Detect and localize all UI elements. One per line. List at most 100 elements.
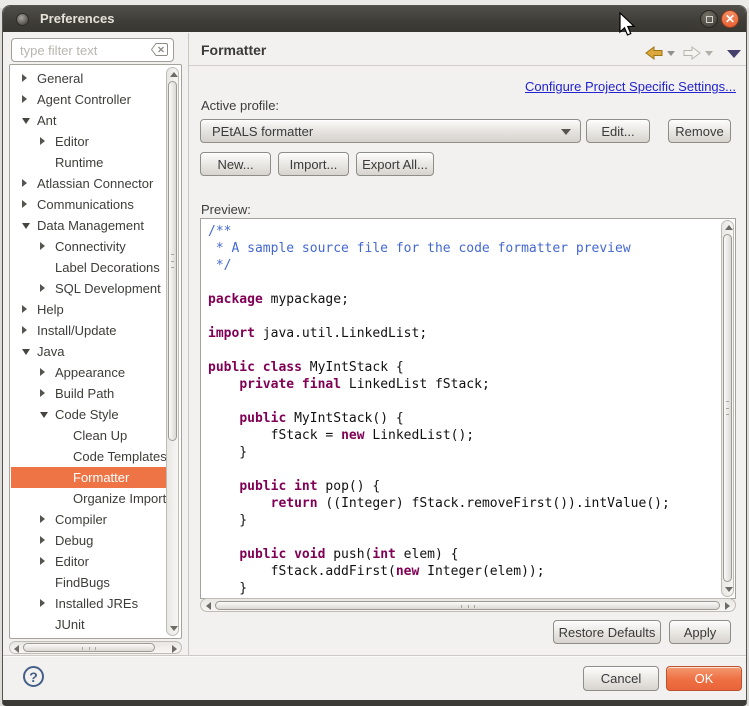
expand-arrow-icon[interactable] <box>40 137 45 145</box>
tree-vertical-scrollbar[interactable] <box>166 67 179 636</box>
tree-item-compiler[interactable]: Compiler <box>11 509 168 530</box>
collapse-arrow-icon[interactable] <box>22 223 30 229</box>
tree-item-communications[interactable]: Communications <box>11 194 168 215</box>
tree-item-code-templates[interactable]: Code Templates <box>11 446 168 467</box>
collapse-arrow-icon[interactable] <box>40 412 48 418</box>
expand-arrow-icon[interactable] <box>40 536 45 544</box>
tree-item-sql-development[interactable]: SQL Development <box>11 278 168 299</box>
expand-arrow-icon[interactable] <box>40 284 45 292</box>
expand-arrow-icon[interactable] <box>40 599 45 607</box>
scroll-up-icon[interactable] <box>725 225 733 230</box>
tree-item-appearance[interactable]: Appearance <box>11 362 168 383</box>
new-button[interactable]: New... <box>200 152 271 176</box>
tree-item-help[interactable]: Help <box>11 299 168 320</box>
scroll-left-icon[interactable] <box>14 645 19 653</box>
help-button[interactable]: ? <box>23 666 44 687</box>
tree-item-clean-up[interactable]: Clean Up <box>11 425 168 446</box>
tree-item-label: Install/Update <box>37 323 117 338</box>
page-title: Formatter <box>201 42 266 58</box>
collapse-arrow-icon[interactable] <box>22 349 30 355</box>
tree-item-ant[interactable]: Ant <box>11 110 168 131</box>
expand-arrow-icon[interactable] <box>22 179 27 187</box>
tree-item-editor[interactable]: Editor <box>11 551 168 572</box>
import-button[interactable]: Import... <box>278 152 349 176</box>
export-all-button[interactable]: Export All... <box>356 152 434 176</box>
tree-item-build-path[interactable]: Build Path <box>11 383 168 404</box>
scroll-right-icon[interactable] <box>725 602 730 610</box>
edit-button[interactable]: Edit... <box>586 119 650 143</box>
expand-arrow-icon[interactable] <box>40 368 45 376</box>
tree-item-organize-imports[interactable]: Organize Imports <box>11 488 168 509</box>
tree-horizontal-scrollbar[interactable] <box>9 641 182 654</box>
expand-arrow-icon[interactable] <box>40 515 45 523</box>
tree-item-installed-jres[interactable]: Installed JREs <box>11 593 168 614</box>
forward-icon[interactable] <box>683 46 701 60</box>
maximize-button[interactable] <box>700 10 718 28</box>
clear-filter-icon[interactable] <box>151 43 168 56</box>
preview-area[interactable]: /** * A sample source file for the code … <box>200 218 736 599</box>
code-line: package mypackage; <box>208 291 719 308</box>
expand-arrow-icon[interactable] <box>22 305 27 313</box>
code-line: return ((Integer) fStack.removeFirst()).… <box>208 495 719 512</box>
scroll-left-icon[interactable] <box>206 602 211 610</box>
tree-item-atlassian-connector[interactable]: Atlassian Connector <box>11 173 168 194</box>
expand-arrow-icon[interactable] <box>40 557 45 565</box>
tree-item-label-decorations[interactable]: Label Decorations <box>11 257 168 278</box>
tree-h-scrollbar-thumb[interactable] <box>23 643 155 652</box>
tree-item-debug[interactable]: Debug <box>11 530 168 551</box>
tree-item-label: Data Management <box>37 218 144 233</box>
tree-scrollbar-thumb[interactable] <box>168 81 177 441</box>
apply-button[interactable]: Apply <box>669 620 731 644</box>
active-profile-select[interactable]: PEtALS formatter <box>200 119 581 143</box>
footer-divider <box>3 655 747 656</box>
remove-button[interactable]: Remove <box>668 119 731 143</box>
tree-item-formatter[interactable]: Formatter <box>11 467 168 488</box>
expand-arrow-icon[interactable] <box>40 389 45 397</box>
tree-item-connectivity[interactable]: Connectivity <box>11 236 168 257</box>
scroll-down-icon[interactable] <box>170 626 178 631</box>
tree-item-install-update[interactable]: Install/Update <box>11 320 168 341</box>
tree-item-general[interactable]: General <box>11 68 168 89</box>
back-history-dropdown-icon[interactable] <box>667 51 675 56</box>
expand-arrow-icon[interactable] <box>40 242 45 250</box>
cancel-button[interactable]: Cancel <box>583 666 659 691</box>
expand-arrow-icon[interactable] <box>22 326 27 334</box>
expand-arrow-icon[interactable] <box>22 200 27 208</box>
ok-button[interactable]: OK <box>666 666 742 691</box>
tree-item-label: Editor <box>55 134 89 149</box>
window-icon <box>16 13 29 26</box>
preview-scrollbar-thumb[interactable] <box>723 234 732 582</box>
scroll-right-icon[interactable] <box>172 645 177 653</box>
code-line: * A sample source file for the code form… <box>208 240 719 257</box>
tree-item-runtime[interactable]: Runtime <box>11 152 168 173</box>
tree-item-junit[interactable]: JUnit <box>11 614 168 635</box>
view-menu-icon[interactable] <box>727 50 741 58</box>
expand-arrow-icon[interactable] <box>22 95 27 103</box>
close-button[interactable]: ✕ <box>721 10 739 28</box>
code-line: public class MyIntStack { <box>208 359 719 376</box>
preview-horizontal-scrollbar[interactable] <box>200 598 736 612</box>
tree-item-label: Atlassian Connector <box>37 176 153 191</box>
tree-item-agent-controller[interactable]: Agent Controller <box>11 89 168 110</box>
forward-history-dropdown-icon[interactable] <box>705 51 713 56</box>
scroll-down-icon[interactable] <box>725 587 733 592</box>
preview-vertical-scrollbar[interactable] <box>721 220 734 597</box>
tree-item-data-management[interactable]: Data Management <box>11 215 168 236</box>
filter-input[interactable] <box>11 38 174 62</box>
preview-h-scrollbar-thumb[interactable] <box>215 601 720 610</box>
configure-project-settings-link[interactable]: Configure Project Specific Settings... <box>525 79 736 94</box>
restore-defaults-button[interactable]: Restore Defaults <box>553 620 661 644</box>
code-line: private final LinkedList fStack; <box>208 376 719 393</box>
tree-item-label: Label Decorations <box>55 260 160 275</box>
tree-item-findbugs[interactable]: FindBugs <box>11 572 168 593</box>
scroll-up-icon[interactable] <box>170 72 178 77</box>
collapse-arrow-icon[interactable] <box>22 118 30 124</box>
tree-item-java[interactable]: Java <box>11 341 168 362</box>
back-icon[interactable] <box>645 46 663 60</box>
tree-item-code-style[interactable]: Code Style <box>11 404 168 425</box>
code-line <box>208 393 719 410</box>
tree-item-editor[interactable]: Editor <box>11 131 168 152</box>
expand-arrow-icon[interactable] <box>22 74 27 82</box>
preferences-tree: GeneralAgent ControllerAnt Editor Runtime A… <box>10 68 181 638</box>
code-line: public int pop() { <box>208 478 719 495</box>
